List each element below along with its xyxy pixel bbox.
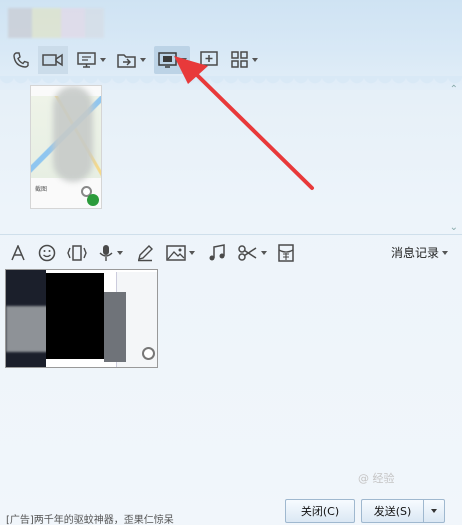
- shake-icon[interactable]: [66, 242, 88, 264]
- image-caption: 截图: [35, 186, 48, 193]
- file-transfer-icon[interactable]: [114, 46, 148, 74]
- contact-avatar-blurred: [8, 8, 104, 38]
- chevron-down-icon: [442, 250, 448, 255]
- collapse-up-icon[interactable]: ⌃: [450, 84, 458, 95]
- ad-link[interactable]: [广告]两千年的驱蚊神器，歪果仁惊呆: [6, 511, 174, 525]
- pen-icon[interactable]: [136, 242, 154, 264]
- message-history-label: 消息记录: [390, 246, 439, 260]
- top-toolbar: [0, 44, 462, 76]
- received-image-phone-map[interactable]: 截图: [30, 85, 102, 209]
- red-packet-icon[interactable]: [278, 242, 294, 264]
- voice-icon[interactable]: [98, 242, 123, 264]
- message-history-button[interactable]: 消息记录: [391, 244, 448, 261]
- green-fab-icon: [87, 194, 99, 206]
- send-options-button[interactable]: [423, 499, 445, 523]
- pasted-screenshot-image[interactable]: [5, 269, 158, 368]
- phone-icon[interactable]: [10, 46, 32, 74]
- input-toolbar: 消息记录: [0, 238, 462, 268]
- emoji-icon[interactable]: [38, 242, 56, 264]
- font-icon[interactable]: [10, 242, 26, 264]
- zoom-icon[interactable]: [142, 347, 155, 360]
- blur-overlay: [53, 86, 93, 182]
- send-button[interactable]: 发送(S): [361, 499, 423, 523]
- image-icon[interactable]: [166, 242, 195, 264]
- watermark: @ 经验: [358, 472, 395, 485]
- close-button[interactable]: 关闭(C): [285, 499, 355, 523]
- input-divider[interactable]: [0, 234, 462, 235]
- scissors-icon[interactable]: [238, 242, 267, 264]
- collapse-down-icon[interactable]: ⌄: [450, 222, 458, 233]
- screenshot-black-block: [46, 273, 104, 359]
- remote-desktop-icon[interactable]: [74, 46, 108, 74]
- screenshot-blur-block: [6, 306, 48, 352]
- add-app-icon[interactable]: [197, 46, 221, 74]
- chat-header: [0, 0, 462, 90]
- screen-share-icon[interactable]: [154, 46, 190, 74]
- video-call-icon[interactable]: [38, 46, 68, 74]
- music-icon[interactable]: [208, 242, 226, 264]
- chevron-down-icon: [431, 509, 437, 513]
- screenshot-gray-block: [104, 292, 126, 362]
- apps-grid-icon[interactable]: [228, 46, 260, 74]
